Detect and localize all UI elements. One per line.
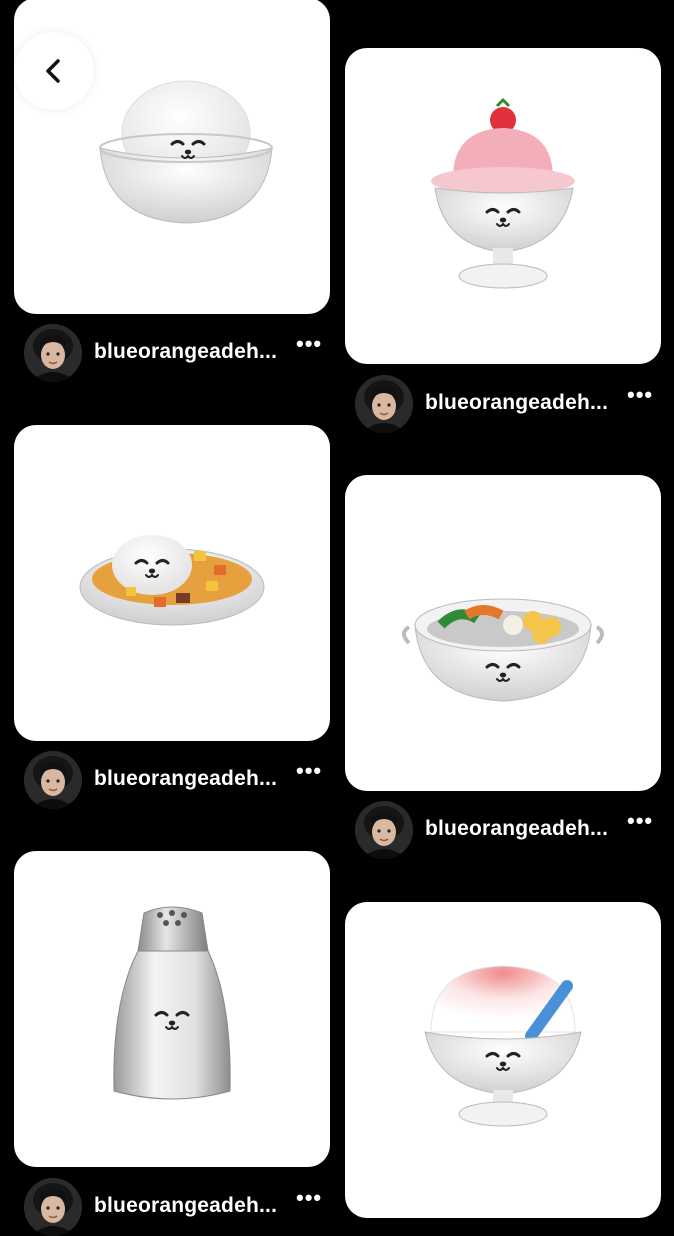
more-options-button[interactable]: ••• xyxy=(627,810,653,832)
pin-author-row-5: blueorangeadeh... ••• xyxy=(14,1178,330,1236)
pin-card-6[interactable] xyxy=(345,902,661,1218)
pin-card-2[interactable] xyxy=(345,48,661,364)
pin-card-4[interactable] xyxy=(345,475,661,791)
username[interactable]: blueorangeadeh... xyxy=(94,1194,277,1218)
chevron-left-icon xyxy=(46,59,60,83)
avatar[interactable] xyxy=(24,1178,82,1236)
curry-rice-image xyxy=(79,535,265,626)
avatar[interactable] xyxy=(355,801,413,859)
username[interactable]: blueorangeadeh... xyxy=(94,340,277,364)
username[interactable]: blueorangeadeh... xyxy=(425,391,608,415)
avatar[interactable] xyxy=(355,375,413,433)
username[interactable]: blueorangeadeh... xyxy=(425,817,608,841)
more-options-button[interactable]: ••• xyxy=(296,333,322,355)
pin-author-row-2: blueorangeadeh... ••• xyxy=(345,375,661,433)
avatar[interactable] xyxy=(24,751,82,809)
more-options-button[interactable]: ••• xyxy=(627,384,653,406)
pin-card-3[interactable] xyxy=(14,425,330,741)
pin-author-row-3: blueorangeadeh... ••• xyxy=(14,751,330,809)
pin-author-row-4: blueorangeadeh... ••• xyxy=(345,801,661,859)
pin-author-row-1: blueorangeadeh... ••• xyxy=(14,324,330,382)
username[interactable]: blueorangeadeh... xyxy=(94,767,277,791)
back-button[interactable] xyxy=(14,32,94,110)
pin-card-5[interactable] xyxy=(14,851,330,1167)
more-options-button[interactable]: ••• xyxy=(296,1187,322,1209)
stew-bowl-image xyxy=(402,598,604,702)
shaved-ice-spoon-image xyxy=(424,965,582,1127)
salt-shaker-image xyxy=(113,906,231,1100)
more-options-button[interactable]: ••• xyxy=(296,760,322,782)
avatar[interactable] xyxy=(24,324,82,382)
shaved-ice-strawberry-image xyxy=(431,97,575,289)
